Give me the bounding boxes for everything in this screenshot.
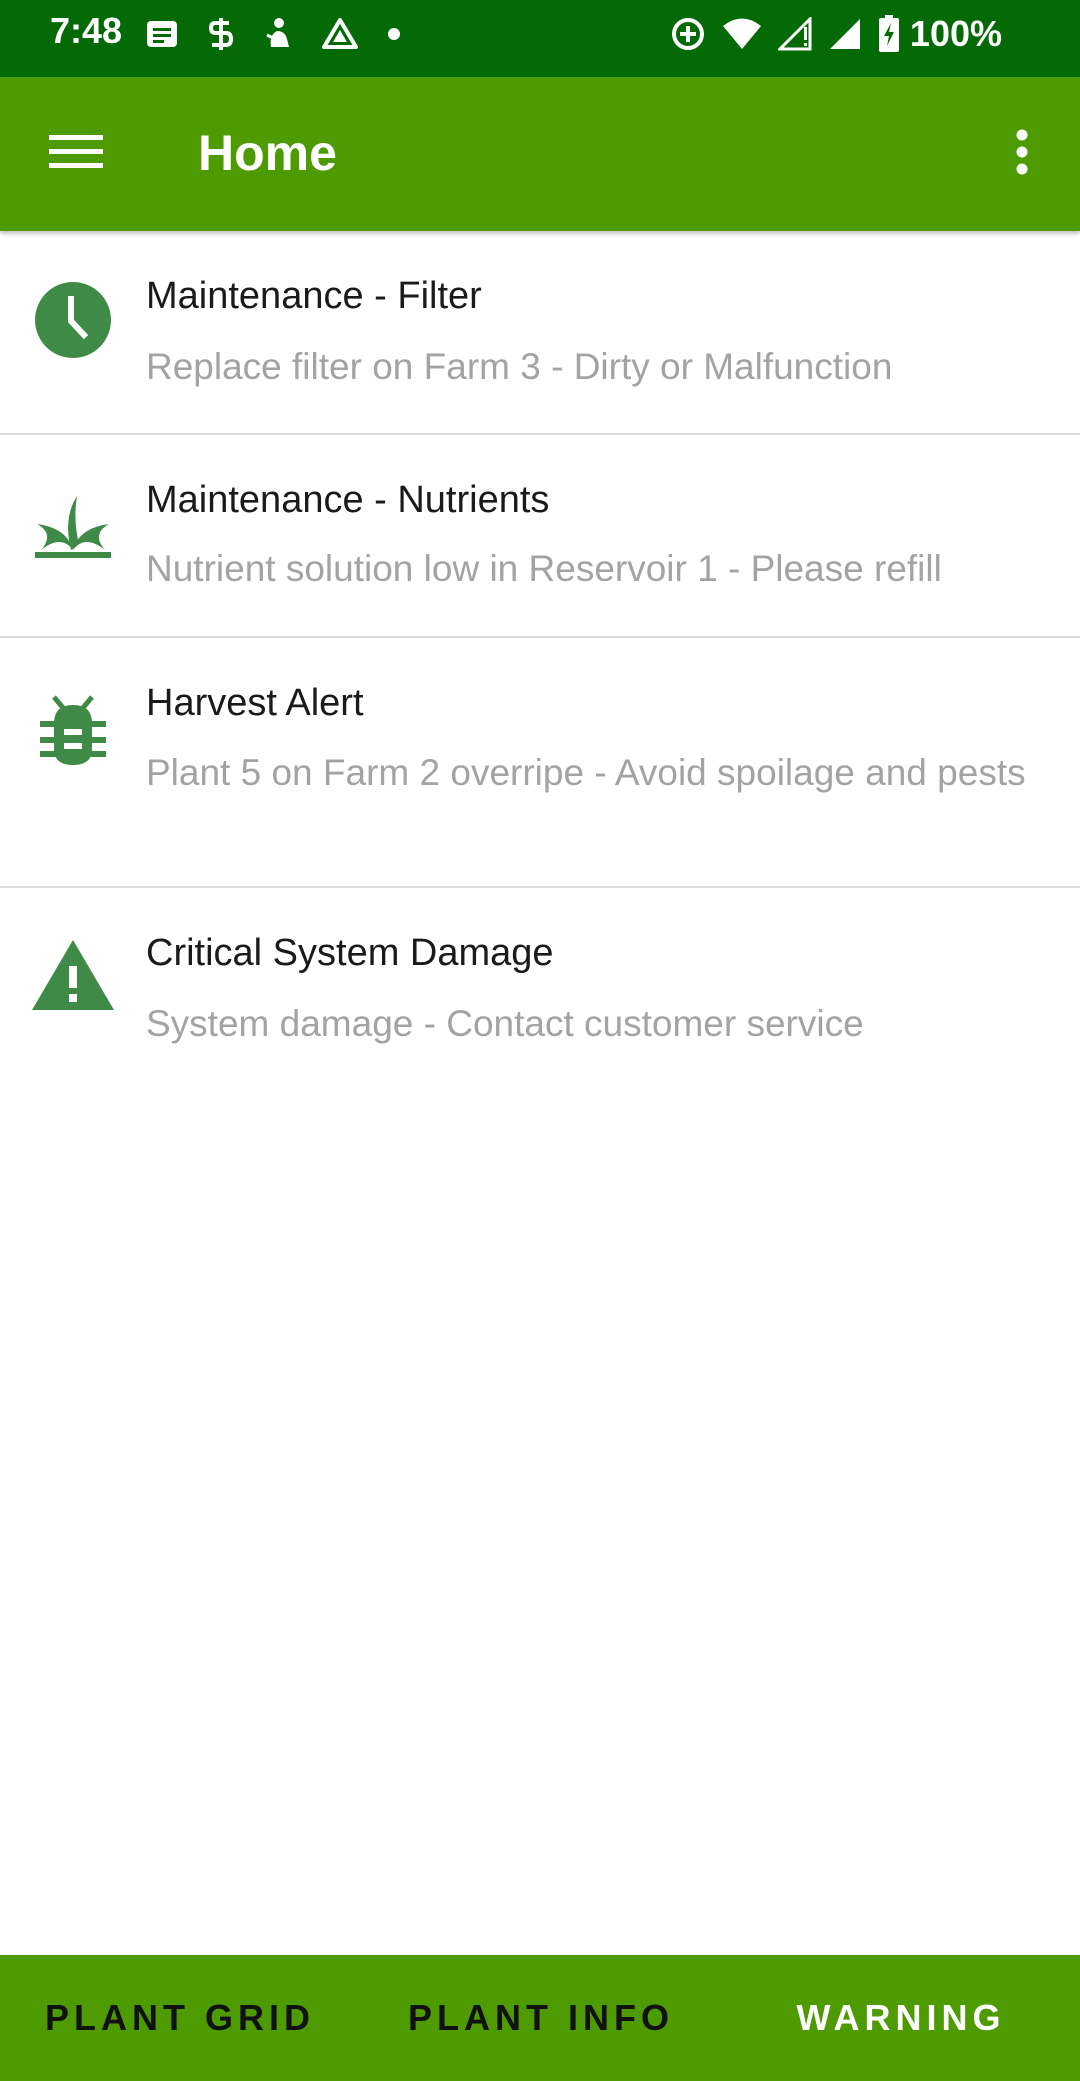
alert-description: Plant 5 on Farm 2 overripe - Avoid spoil… (146, 752, 1026, 793)
alert-description: Replace filter on Farm 3 - Dirty or Malf… (146, 346, 893, 387)
alert-description: Nutrient solution low in Reservoir 1 - P… (146, 548, 942, 589)
alert-item-critical-system-damage[interactable]: Critical System Damage System damage - C… (0, 888, 1080, 1068)
alert-item-maintenance-filter[interactable]: Maintenance - Filter Replace filter on F… (0, 231, 1080, 435)
alert-title: Maintenance - Nutrients (146, 479, 550, 521)
battery-charging-icon (878, 15, 900, 53)
alert-item-harvest-alert[interactable]: Harvest Alert Plant 5 on Farm 2 overripe… (0, 638, 1080, 888)
status-bar: 7:48 100% (0, 0, 1080, 77)
status-system-icons: 100% (670, 12, 1002, 56)
clock-icon (30, 277, 116, 363)
alert-title: Maintenance - Filter (146, 275, 482, 317)
status-notification-icons (145, 14, 401, 54)
data-saver-icon (670, 16, 706, 52)
tab-plant-grid[interactable]: PLANT GRID (0, 1955, 360, 2081)
warning-icon (30, 932, 116, 1018)
alert-title: Harvest Alert (146, 682, 364, 724)
signal-icon (828, 17, 862, 51)
signal-alert-icon (777, 17, 812, 51)
hamburger-menu-icon (49, 133, 103, 176)
grass-icon (30, 483, 116, 569)
alert-title: Critical System Damage (146, 932, 554, 974)
s-app-icon (207, 17, 235, 51)
bottom-navigation: PLANT GRID PLANT INFO WARNING (0, 1955, 1080, 2081)
overflow-menu-button[interactable] (990, 121, 1054, 187)
figure-icon (263, 17, 293, 51)
bug-icon (30, 686, 116, 772)
app-bar: Home (0, 77, 1080, 231)
tab-plant-info[interactable]: PLANT INFO (360, 1955, 722, 2081)
menu-button[interactable] (36, 121, 116, 187)
tab-warning[interactable]: WARNING (722, 1955, 1080, 2081)
wifi-icon (722, 17, 762, 51)
more-vert-icon (1015, 129, 1029, 180)
alert-description: System damage - Contact customer service (146, 1003, 864, 1044)
alerts-list: Maintenance - Filter Replace filter on F… (0, 231, 1080, 1068)
dot-icon (387, 27, 401, 41)
message-icon (145, 18, 179, 50)
battery-percentage: 100% (909, 13, 1002, 54)
alert-item-maintenance-nutrients[interactable]: Maintenance - Nutrients Nutrient solutio… (0, 435, 1080, 638)
page-title: Home (198, 125, 337, 181)
drive-icon (321, 17, 359, 51)
status-time: 7:48 (50, 10, 123, 51)
